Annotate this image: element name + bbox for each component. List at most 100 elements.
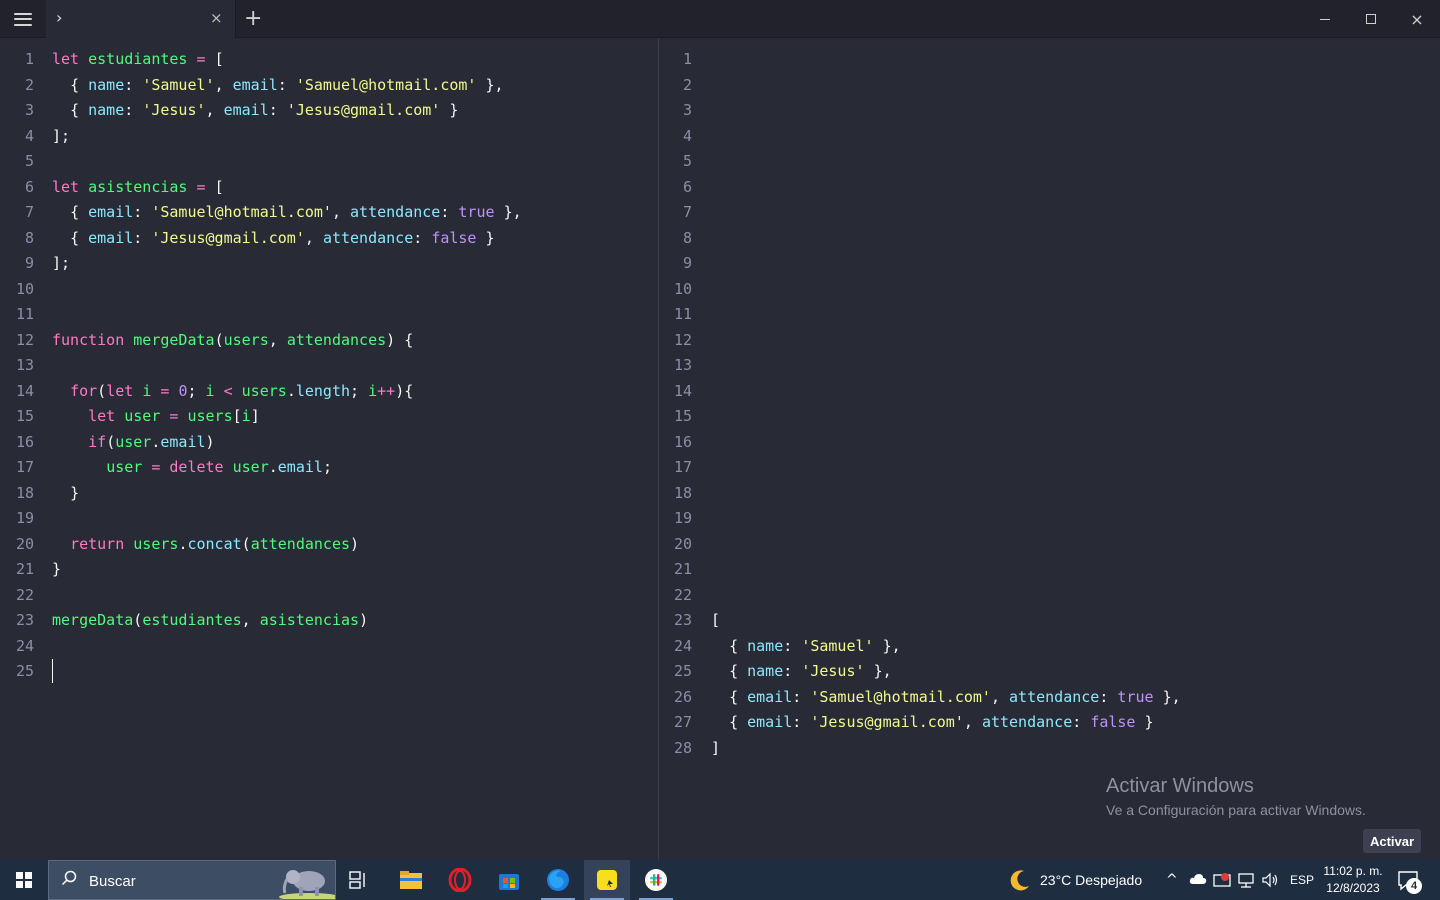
line-number: 10	[15, 279, 34, 298]
code-line: 23 [	[659, 608, 1440, 632]
code-text: { name: 'Samuel' },	[729, 636, 901, 655]
firefox-icon	[547, 869, 569, 891]
code-text: { name: 'Jesus' },	[729, 662, 892, 680]
activation-watermark: Activar Windows Ve a Configuración para …	[1106, 775, 1366, 818]
opera-button[interactable]	[437, 860, 483, 900]
notification-count-badge: 4	[1406, 878, 1422, 894]
line-number: 16	[15, 432, 34, 451]
code-line: 20 return users.concat(attendances)	[0, 532, 658, 556]
slack-button[interactable]	[633, 860, 679, 900]
code-line: 11	[0, 302, 658, 326]
code-line: 10	[0, 277, 658, 301]
line-number: 25	[673, 662, 692, 680]
add-tab-button[interactable]: +	[244, 6, 262, 32]
volume-icon[interactable]	[1261, 872, 1279, 888]
code-editor[interactable]: 1 let estudiantes = [2 { name: 'Samuel', …	[0, 38, 658, 860]
code-line: 20	[659, 532, 1440, 556]
taskbar-search[interactable]: Buscar	[48, 860, 336, 900]
code-line: 24	[0, 634, 658, 658]
line-number: 13	[15, 356, 34, 374]
opera-icon	[448, 868, 472, 892]
editor-tab[interactable]: › ×	[46, 0, 236, 38]
line-number: 3	[682, 101, 692, 119]
taskbar-clock[interactable]: 11:02 p. m. 12/8/2023	[1318, 863, 1388, 897]
line-number: 12	[673, 330, 692, 349]
windows-logo-icon	[16, 872, 32, 888]
tray-chevron-up-icon[interactable]: ^	[1166, 860, 1178, 900]
chevron-right-icon: ›	[56, 8, 63, 27]
file-explorer-button[interactable]	[388, 860, 434, 900]
code-line: 9	[659, 251, 1440, 275]
maximize-button[interactable]	[1348, 0, 1394, 38]
line-number: 18	[15, 483, 34, 502]
code-line: 2	[659, 73, 1440, 97]
code-line: 24 { name: 'Samuel' },	[659, 634, 1440, 658]
code-text: ];	[52, 126, 71, 145]
code-text: }	[52, 560, 62, 578]
code-text: { email: 'Samuel@hotmail.com', attendanc…	[729, 687, 1181, 706]
line-number: 15	[15, 407, 34, 425]
line-number: 6	[24, 177, 34, 196]
code-text: { email: 'Jesus@gmail.com', attendance: …	[729, 713, 1154, 731]
activate-button[interactable]: Activar	[1363, 829, 1421, 853]
line-number: 21	[15, 560, 34, 578]
code-line: 13	[659, 353, 1440, 377]
code-text: ]	[711, 738, 721, 757]
code-line: 16	[659, 430, 1440, 454]
line-number: 4	[682, 126, 692, 145]
tab-close-icon[interactable]: ×	[210, 9, 223, 27]
elephant-illustration-icon	[279, 870, 335, 899]
line-number: 1	[682, 50, 692, 68]
watermark-subtitle: Ve a Configuración para activar Windows.	[1106, 802, 1366, 818]
line-number: 18	[673, 483, 692, 502]
line-number: 26	[673, 687, 692, 706]
code-text: { email: 'Jesus@gmail.com', attendance: …	[70, 228, 495, 247]
code-line: 18 }	[0, 481, 658, 505]
line-number: 2	[682, 75, 692, 94]
code-line: 6	[659, 175, 1440, 199]
code-line: 6 let asistencias = [	[0, 175, 658, 199]
line-number: 28	[673, 738, 692, 757]
code-line: 10	[659, 277, 1440, 301]
line-number: 14	[673, 381, 692, 400]
line-number: 6	[682, 177, 692, 196]
security-icon[interactable]	[1213, 872, 1231, 888]
line-number: 2	[24, 75, 34, 94]
line-number: 20	[673, 534, 692, 553]
code-line: 3 { name: 'Jesus', email: 'Jesus@gmail.c…	[0, 98, 658, 122]
moon-weather-icon	[1010, 870, 1029, 891]
code-line: 12 function mergeData(users, attendances)…	[0, 328, 658, 352]
code-text: let asistencias = [	[52, 177, 224, 196]
microsoft-store-button[interactable]	[486, 860, 532, 900]
line-number: 4	[24, 126, 34, 145]
code-line: 5	[0, 149, 658, 173]
code-line: 22	[0, 583, 658, 607]
code-text: let user = users[i]	[88, 407, 260, 425]
code-line: 4	[659, 124, 1440, 148]
code-line: 21}	[0, 557, 658, 581]
menu-button[interactable]	[0, 0, 46, 38]
code-line: 14	[659, 379, 1440, 403]
code-text: }	[70, 483, 80, 502]
network-icon[interactable]	[1237, 872, 1255, 888]
start-button[interactable]	[0, 860, 48, 900]
line-number: 13	[673, 356, 692, 374]
firefox-button[interactable]	[535, 860, 581, 900]
runjs-icon	[597, 870, 617, 890]
onedrive-icon[interactable]	[1189, 873, 1207, 885]
code-line: 26 { email: 'Samuel@hotmail.com', attend…	[659, 685, 1440, 709]
line-number: 15	[673, 407, 692, 425]
hamburger-icon	[14, 12, 32, 26]
line-number: 7	[682, 203, 692, 221]
task-view-button[interactable]	[336, 860, 382, 900]
language-indicator[interactable]: ESP	[1290, 860, 1314, 900]
code-line: 18	[659, 481, 1440, 505]
weather-widget[interactable]: 23°C Despejado	[1040, 860, 1142, 900]
code-text: { name: 'Jesus', email: 'Jesus@gmail.com…	[70, 101, 459, 119]
line-number: 5	[682, 152, 692, 170]
window-close-button[interactable]: ×	[1394, 0, 1440, 38]
code-line: 3	[659, 98, 1440, 122]
minimize-button[interactable]	[1302, 0, 1348, 38]
runjs-button[interactable]	[584, 860, 630, 900]
file-explorer-icon	[400, 871, 422, 889]
